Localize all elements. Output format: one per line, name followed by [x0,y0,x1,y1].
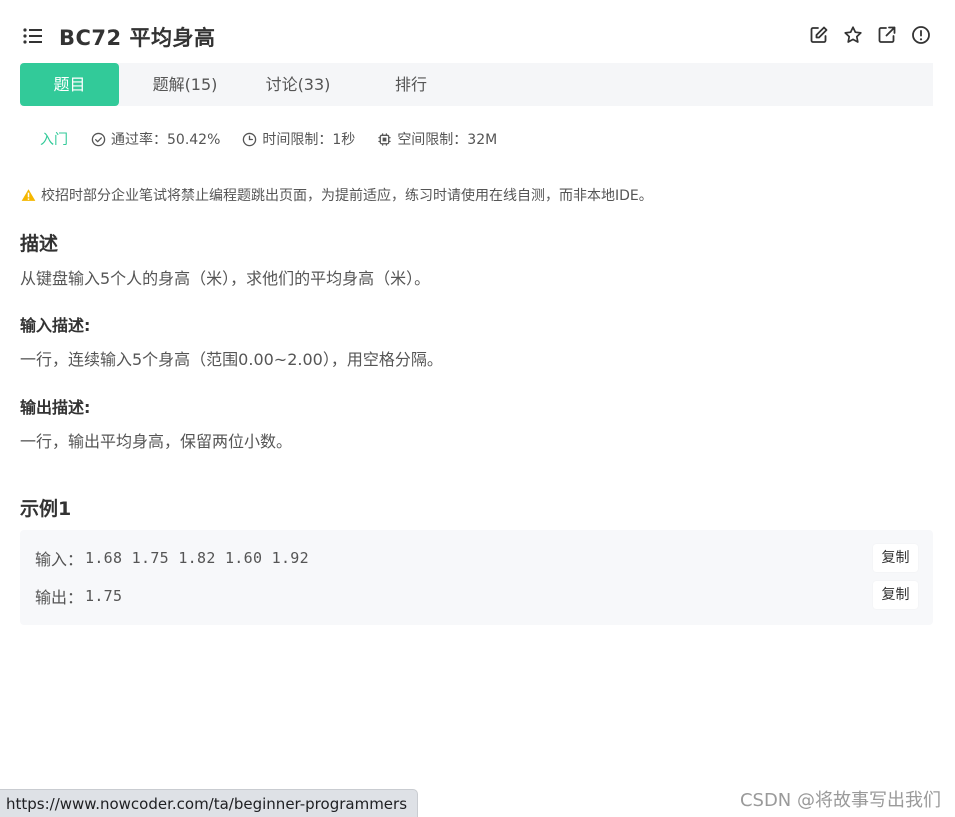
csdn-watermark: CSDN @将故事写出我们 [739,790,941,811]
exam-notice: 校招时部分企业笔试将禁止编程题跳出页面，为提前适应，练习时请使用在线自测，而非本… [21,185,653,205]
problem-meta: 入门 通过率：50.42% 时间限制：1秒 空间限制：32M [40,129,519,149]
tab-discussion[interactable]: 讨论(33) [248,63,348,106]
header-actions [809,25,931,45]
example-output-row: 输出： 1.75 [35,584,122,608]
description-heading: 描述 [20,233,59,255]
difficulty-badge: 入门 [40,132,68,148]
tab-solutions[interactable]: 题解(15) [135,63,235,106]
example-output-value: 1.75 [85,587,123,605]
copy-output-button[interactable]: 复制 [873,581,918,609]
output-description-heading: 输出描述: [20,398,91,417]
example-input-label: 输入： [35,550,84,569]
pass-rate: 通过率：50.42% [91,129,220,149]
time-limit: 时间限制：1秒 [242,129,355,149]
tab-problem[interactable]: 题目 [20,63,119,106]
problem-title: BC72 平均身高 [59,26,216,50]
example-box: 输入： 1.68 1.75 1.82 1.60 1.92 复制 输出： 1.75… [20,530,933,625]
space-limit-text: 空间限制：32M [397,132,498,148]
report-icon[interactable] [911,25,931,45]
example-output-label: 输出： [35,588,84,607]
output-description-text: 一行，输出平均身高，保留两位小数。 [20,432,293,451]
time-limit-text: 时间限制：1秒 [262,132,356,148]
notice-text: 校招时部分企业笔试将禁止编程题跳出页面，为提前适应，练习时请使用在线自测，而非本… [41,188,653,204]
example-input-value: 1.68 1.75 1.82 1.60 1.92 [85,549,309,567]
tab-ranking[interactable]: 排行 [361,63,461,106]
check-circle-icon [91,132,106,146]
tab-bar: 题目 题解(15) 讨论(33) 排行 [20,63,933,106]
share-icon[interactable] [877,25,897,45]
input-description-text: 一行，连续输入5个身高（范围0.00~2.00），用空格分隔。 [20,350,443,369]
problem-header: BC72 平均身高 [0,0,955,63]
edit-icon[interactable] [809,25,829,45]
example-heading: 示例1 [20,498,72,520]
description-text: 从键盘输入5个人的身高（米），求他们的平均身高（米）。 [20,269,431,288]
copy-input-button[interactable]: 复制 [873,544,918,572]
star-icon[interactable] [843,25,863,45]
chip-icon [378,132,391,146]
pass-rate-text: 通过率：50.42% [111,132,221,148]
input-description-heading: 输入描述: [20,316,91,335]
list-icon[interactable] [23,28,43,44]
example-input-row: 输入： 1.68 1.75 1.82 1.60 1.92 [35,546,309,570]
space-limit: 空间限制：32M [377,129,497,149]
warning-icon [21,189,36,201]
clock-icon [243,132,257,146]
status-bar-url: https://www.nowcoder.com/ta/beginner-pro… [0,789,419,817]
